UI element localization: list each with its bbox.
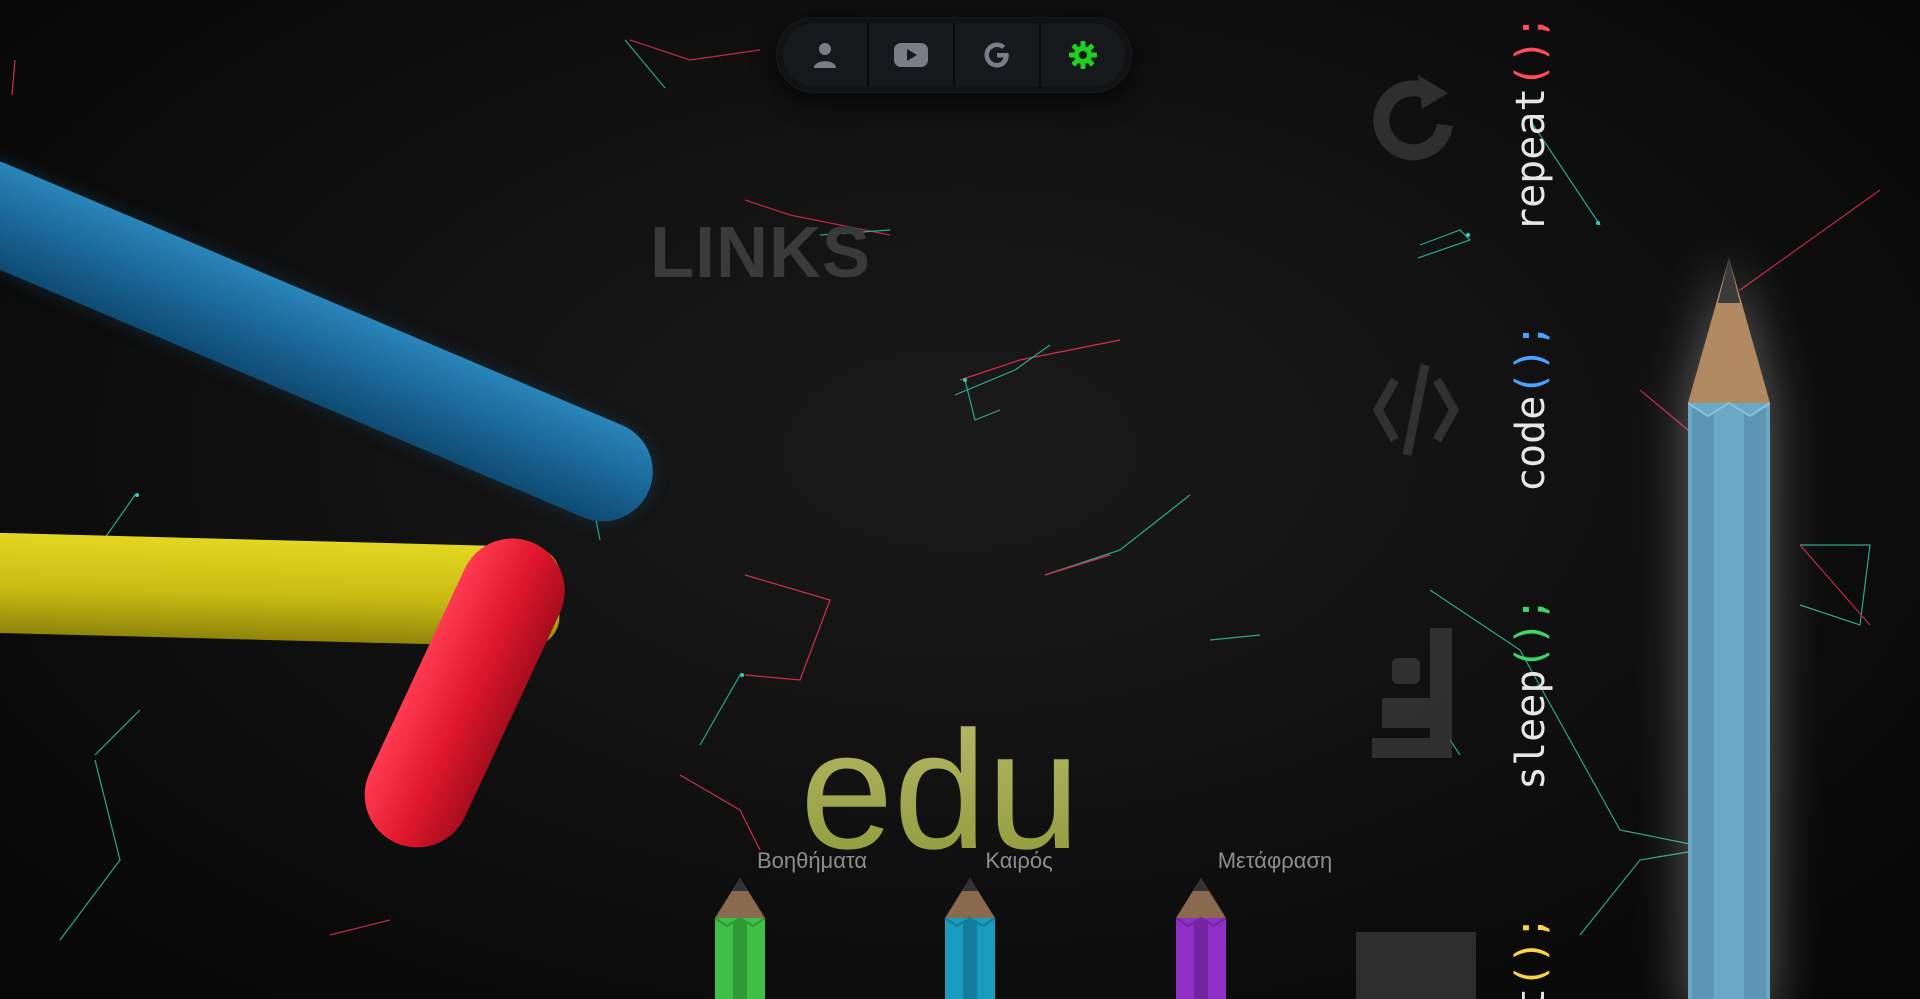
links-heading: LINKS: [650, 213, 871, 293]
code-punct: ();: [1508, 597, 1554, 670]
code-word-code: code();: [1508, 323, 1554, 492]
pencil-label: Βοηθήματα: [756, 848, 868, 873]
timer-icon: [1356, 932, 1476, 999]
pencil-label: Καιρός: [985, 848, 1053, 873]
purple-pencil-icon: [1175, 878, 1227, 999]
code-fn: code: [1508, 395, 1554, 492]
bed-icon: [1372, 628, 1452, 758]
youtube-button[interactable]: [869, 23, 955, 87]
pencil-link-weather[interactable]: Καιρός: [935, 848, 1053, 999]
code-word-repeat: repeat();: [1508, 15, 1554, 232]
pencil-link-translate[interactable]: Μετάφραση: [1166, 848, 1332, 999]
youtube-icon: [894, 43, 928, 67]
refresh-icon: [1373, 75, 1453, 161]
code-punct: ();: [1508, 323, 1554, 396]
code-punct: ();: [1508, 915, 1554, 988]
profile-button[interactable]: [783, 23, 869, 87]
code-fn: repeat: [1508, 87, 1554, 233]
code-fn: sleep: [1508, 669, 1554, 790]
google-button[interactable]: [955, 23, 1041, 87]
code-brackets-icon: [1372, 364, 1460, 456]
blue-pencil-icon: [944, 878, 996, 999]
code-word-sleep: sleep();: [1508, 597, 1554, 790]
code-fn: t: [1508, 988, 1554, 999]
person-icon: [814, 43, 836, 68]
google-icon: [984, 42, 1009, 68]
code-word-t: t();: [1508, 916, 1554, 999]
pencil-link-helpers[interactable]: Βοηθήματα: [705, 848, 867, 999]
green-pencil-icon: [714, 878, 766, 999]
settings-button[interactable]: [1041, 23, 1125, 87]
big-pencil-icon: [1688, 258, 1770, 999]
top-nav-bar: [776, 17, 1132, 93]
pencil-label: Μετάφραση: [1217, 848, 1333, 873]
code-punct: ();: [1508, 15, 1554, 88]
gear-icon: [1069, 41, 1097, 69]
